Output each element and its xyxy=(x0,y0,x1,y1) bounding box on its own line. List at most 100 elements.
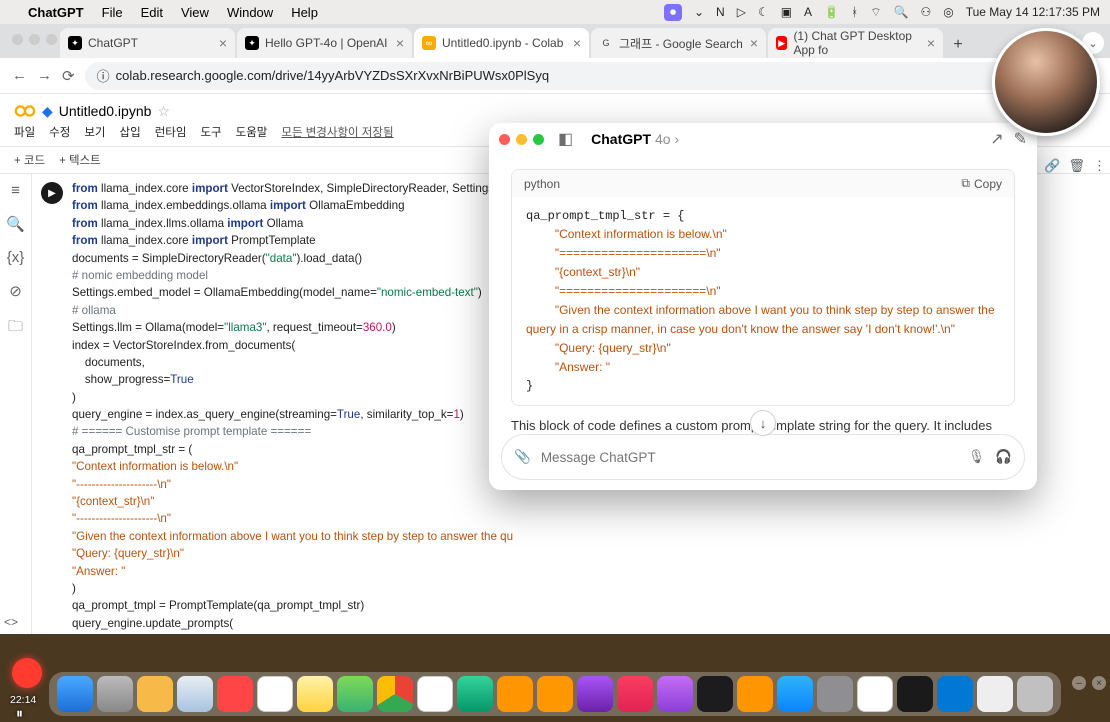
code-content[interactable]: from llama_index.core import VectorStore… xyxy=(72,180,513,634)
language-icon[interactable]: A xyxy=(804,5,812,19)
new-tab-button[interactable]: + xyxy=(945,32,971,58)
reload-button[interactable]: ⟳ xyxy=(62,67,75,85)
close-icon[interactable]: × xyxy=(927,35,935,51)
tab-colab[interactable]: ∞ Untitled0.ipynb - Colab × xyxy=(414,28,589,58)
dock-app[interactable] xyxy=(217,676,253,712)
dock-settings[interactable] xyxy=(817,676,853,712)
dock-app[interactable] xyxy=(577,676,613,712)
active-app-name[interactable]: ChatGPT xyxy=(28,5,84,20)
close-icon[interactable]: × xyxy=(396,35,404,51)
add-text-cell[interactable]: + 텍스트 xyxy=(59,152,101,168)
colab-menu-view[interactable]: 보기 xyxy=(84,124,105,140)
dock-music[interactable] xyxy=(617,676,653,712)
window-traffic-lights[interactable] xyxy=(499,134,544,145)
menu-file[interactable]: File xyxy=(102,5,123,20)
sidebar-toggle-icon[interactable]: ◧ xyxy=(558,129,573,149)
record-indicator[interactable] xyxy=(12,658,42,688)
dock-chrome[interactable] xyxy=(377,676,413,712)
code-content[interactable]: qa_prompt_tmpl_str = { "Context informat… xyxy=(512,197,1014,405)
play-icon[interactable]: ▷ xyxy=(737,5,746,19)
webcam-overlay[interactable] xyxy=(992,28,1100,136)
colab-menu-help[interactable]: 도움말 xyxy=(236,124,268,140)
control-center-icon[interactable]: ◎ xyxy=(943,5,953,19)
bluetooth-icon[interactable]: ᚼ xyxy=(851,5,858,19)
find-icon[interactable]: 🔍 xyxy=(6,215,25,233)
dock-app[interactable] xyxy=(497,676,533,712)
message-input[interactable] xyxy=(541,450,958,465)
back-button[interactable]: ← xyxy=(12,67,27,84)
wifi-icon[interactable]: ⌔ xyxy=(870,5,881,20)
site-info-icon[interactable]: ⓘ xyxy=(97,66,110,85)
tab-chatgpt[interactable]: ✦ ChatGPT × xyxy=(60,28,235,58)
cell-link-icon[interactable]: 🔗 xyxy=(1044,158,1060,174)
menu-help[interactable]: Help xyxy=(291,5,318,20)
colab-menu-runtime[interactable]: 런타임 xyxy=(155,124,187,140)
menu-edit[interactable]: Edit xyxy=(141,5,163,20)
notebook-filename[interactable]: Untitled0.ipynb xyxy=(59,103,152,119)
chatgpt-conversation[interactable]: python ⧉Copy qa_prompt_tmpl_str = { "Con… xyxy=(489,155,1037,434)
dock-chatgpt[interactable] xyxy=(897,676,933,712)
dock-trash[interactable] xyxy=(1017,676,1053,712)
files-icon[interactable]: 🗀 xyxy=(8,316,23,341)
tab-google[interactable]: G 그래프 - Google Search × xyxy=(591,28,766,58)
status-icon[interactable]: ⌄ xyxy=(694,5,704,19)
run-cell-button[interactable]: ▶ xyxy=(41,182,63,204)
menu-view[interactable]: View xyxy=(181,5,209,20)
tab-openai[interactable]: ✦ Hello GPT-4o | OpenAI × xyxy=(237,28,412,58)
variables-icon[interactable]: {x} xyxy=(7,249,25,266)
dock-safari[interactable] xyxy=(177,676,213,712)
scroll-to-bottom-button[interactable]: ↓ xyxy=(750,410,776,436)
attach-icon[interactable]: 📎 xyxy=(514,449,531,465)
url-input[interactable]: ⓘ colab.research.google.com/drive/14yyAr… xyxy=(85,62,1046,90)
mic-icon[interactable]: 🎙 xyxy=(968,449,985,465)
clock[interactable]: Tue May 14 12:17:35 PM xyxy=(966,5,1100,19)
display-icon[interactable]: ▣ xyxy=(781,5,792,19)
dock-reminders[interactable] xyxy=(417,676,453,712)
menu-window[interactable]: Window xyxy=(227,5,273,20)
colab-menu-insert[interactable]: 삽입 xyxy=(120,124,141,140)
battery-icon[interactable]: 🔋 xyxy=(824,5,839,19)
notion-menubar-icon[interactable]: N xyxy=(716,5,725,19)
close-icon[interactable]: × xyxy=(573,35,581,51)
copy-button[interactable]: ⧉Copy xyxy=(961,176,1002,191)
users-icon[interactable]: ⚇ xyxy=(920,5,931,19)
dock-appstore[interactable] xyxy=(777,676,813,712)
add-code-cell[interactable]: + 코드 xyxy=(14,152,45,168)
screenrec-icon[interactable]: ⏺ xyxy=(664,4,682,21)
minimize-icon[interactable]: – xyxy=(1072,676,1086,690)
colab-menu-file[interactable]: 파일 xyxy=(14,124,35,140)
close-icon[interactable]: × xyxy=(219,35,227,51)
search-icon[interactable]: 🔍 xyxy=(894,5,909,19)
dock-notes[interactable] xyxy=(297,676,333,712)
dock-vscode[interactable] xyxy=(937,676,973,712)
dock-app[interactable] xyxy=(457,676,493,712)
dock-tv[interactable] xyxy=(697,676,733,712)
dock-calendar[interactable] xyxy=(257,676,293,712)
forward-button[interactable]: → xyxy=(37,67,52,84)
dock-app[interactable] xyxy=(537,676,573,712)
colab-menu-edit[interactable]: 수정 xyxy=(49,124,70,140)
window-traffic-lights[interactable] xyxy=(12,34,57,45)
code-expand-icon[interactable]: <> xyxy=(4,615,18,629)
tab-youtube[interactable]: ▶ (1) Chat GPT Desktop App fo × xyxy=(768,28,943,58)
chatgpt-titlebar[interactable]: ◧ ChatGPT 4o › ↗ ✎ xyxy=(489,123,1037,155)
dock-podcasts[interactable] xyxy=(657,676,693,712)
dock-notion[interactable] xyxy=(857,676,893,712)
dock-app[interactable] xyxy=(977,676,1013,712)
colab-menu-tools[interactable]: 도구 xyxy=(200,124,221,140)
toc-icon[interactable]: ≡ xyxy=(11,182,20,199)
secrets-icon[interactable]: ⊘ xyxy=(9,282,22,300)
cell-more-icon[interactable]: ⋮ xyxy=(1093,158,1106,174)
share-icon[interactable]: ↗ xyxy=(990,129,1003,149)
dock-finder[interactable] xyxy=(57,676,93,712)
close-icon[interactable]: × xyxy=(750,35,758,51)
dnd-icon[interactable]: ☾ xyxy=(758,5,769,19)
star-icon[interactable]: ☆ xyxy=(157,103,170,120)
model-selector[interactable]: 4o › xyxy=(655,131,679,147)
pause-button[interactable]: ⏸ xyxy=(16,705,23,722)
dock-app[interactable] xyxy=(137,676,173,712)
dock-maps[interactable] xyxy=(337,676,373,712)
close-icon[interactable]: × xyxy=(1092,676,1106,690)
cell-delete-icon[interactable]: 🗑 xyxy=(1068,158,1085,174)
dock-launchpad[interactable] xyxy=(97,676,133,712)
